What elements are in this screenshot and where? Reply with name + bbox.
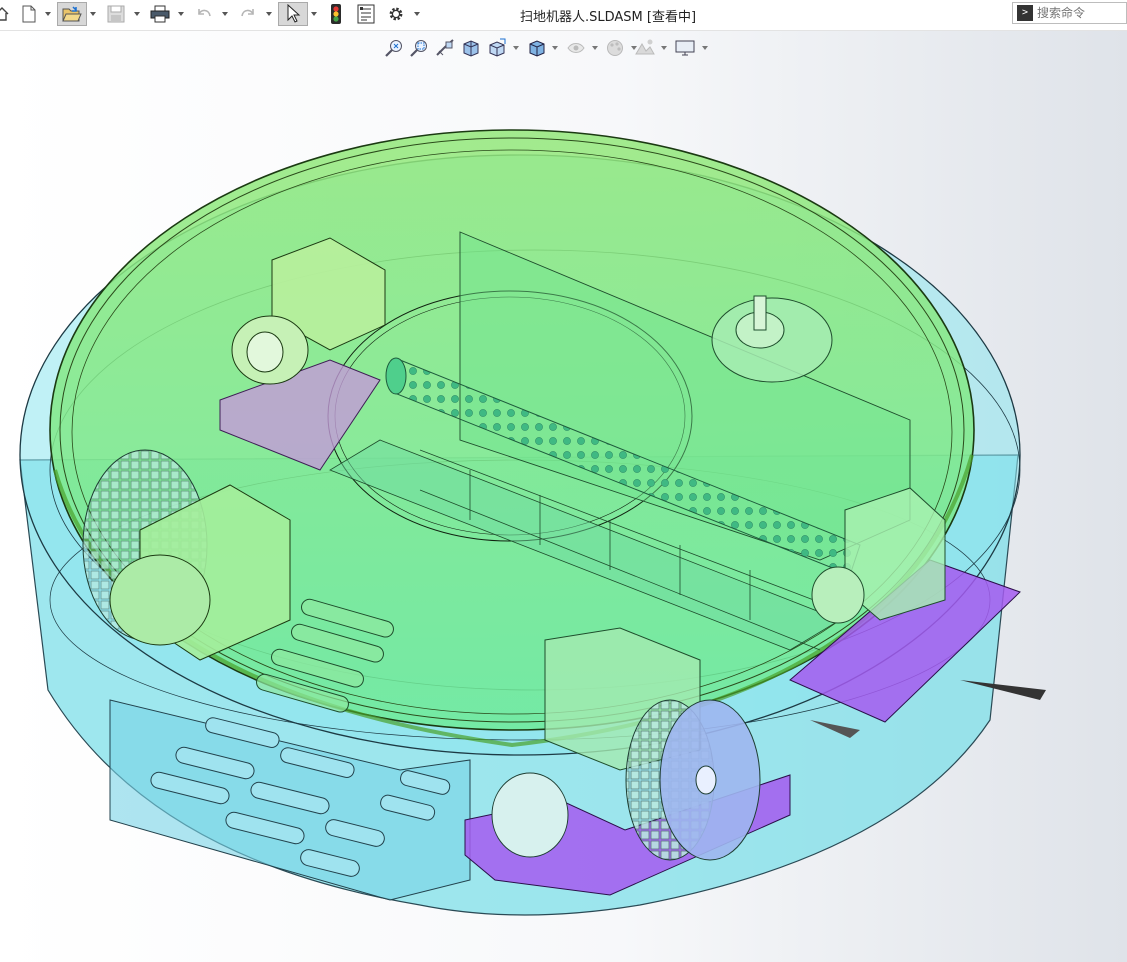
- section-view-icon[interactable]: [461, 36, 481, 60]
- new-document-icon[interactable]: [18, 2, 40, 26]
- print-dropdown[interactable]: [178, 12, 184, 16]
- search-input[interactable]: [1037, 6, 1123, 20]
- zoom-to-area-icon[interactable]: [409, 36, 429, 60]
- previous-view-icon[interactable]: [435, 36, 455, 60]
- options-gear-icon[interactable]: [384, 2, 408, 26]
- undo-dropdown[interactable]: [222, 12, 228, 16]
- display-style-icon[interactable]: [527, 36, 547, 60]
- apply-scene-dropdown[interactable]: [661, 46, 667, 50]
- open-file-icon[interactable]: [57, 2, 87, 26]
- options-dropdown[interactable]: [414, 12, 420, 16]
- redo-dropdown[interactable]: [266, 12, 272, 16]
- search-box[interactable]: >: [1012, 2, 1127, 24]
- command-prompt-icon: >: [1017, 5, 1033, 21]
- view-settings-dropdown[interactable]: [702, 46, 708, 50]
- view-settings-icon[interactable]: [674, 36, 696, 60]
- undo-icon[interactable]: [192, 2, 216, 26]
- open-file-dropdown[interactable]: [90, 12, 96, 16]
- hide-show-dropdown[interactable]: [592, 46, 598, 50]
- redo-icon[interactable]: [236, 2, 260, 26]
- select-dropdown[interactable]: [311, 12, 317, 16]
- select-pointer-icon[interactable]: [278, 2, 308, 26]
- new-document-dropdown[interactable]: [45, 12, 51, 16]
- file-properties-icon[interactable]: [354, 2, 378, 26]
- rebuild-icon[interactable]: [324, 2, 348, 26]
- save-icon[interactable]: [104, 2, 128, 26]
- graphics-viewport[interactable]: [0, 62, 1127, 962]
- zoom-to-fit-icon[interactable]: [384, 36, 404, 60]
- hide-show-items-icon[interactable]: [566, 36, 586, 60]
- home-icon[interactable]: [0, 2, 10, 26]
- view-orientation-dropdown[interactable]: [513, 46, 519, 50]
- title-bar: 扫地机器人.SLDASM [查看中] >: [0, 0, 1127, 31]
- display-style-dropdown[interactable]: [552, 46, 558, 50]
- edit-appearance-icon[interactable]: [606, 36, 626, 60]
- save-dropdown[interactable]: [134, 12, 140, 16]
- print-icon[interactable]: [147, 2, 173, 26]
- view-orientation-icon[interactable]: [487, 36, 507, 60]
- window-title: 扫地机器人.SLDASM [查看中]: [520, 10, 697, 25]
- apply-scene-icon[interactable]: [634, 36, 656, 60]
